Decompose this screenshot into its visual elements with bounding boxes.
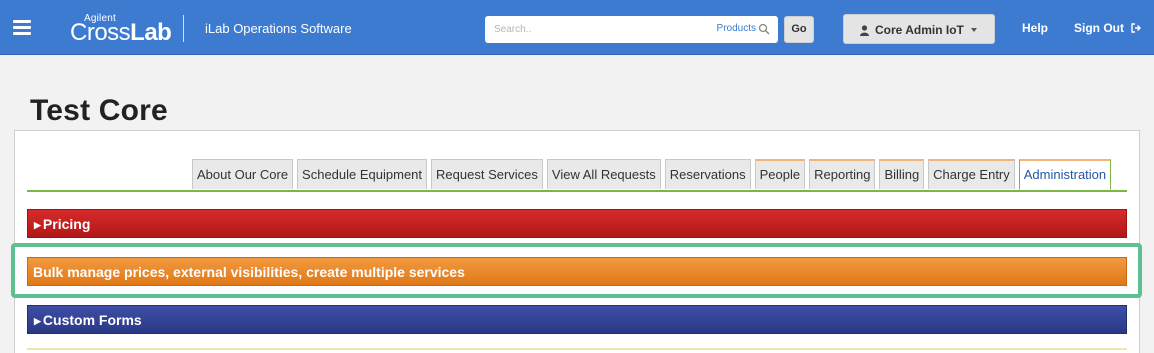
section-bulk-manage[interactable]: Bulk manage prices, external visibilitie… xyxy=(27,257,1127,286)
section-custom-forms-label: Custom Forms xyxy=(42,312,142,328)
triangle-right-icon: ▶ xyxy=(34,316,41,326)
tab-people[interactable]: People xyxy=(754,159,806,189)
user-name-label: Core Admin IoT xyxy=(875,23,964,37)
top-navbar: Agilent CrossLab iLab Operations Softwar… xyxy=(0,0,1154,55)
tab-reservations[interactable]: Reservations xyxy=(664,159,751,189)
sign-out-link[interactable]: Sign Out xyxy=(1074,21,1142,35)
tab-schedule-equipment[interactable]: Schedule Equipment xyxy=(297,159,428,189)
triangle-right-icon: ▶ xyxy=(34,220,41,230)
next-section-edge xyxy=(27,348,1127,353)
logo-crosslab-text: CrossLab xyxy=(70,19,172,46)
search-scope-label[interactable]: Products xyxy=(717,23,756,34)
sign-out-icon xyxy=(1131,23,1142,33)
search-input[interactable] xyxy=(485,16,705,43)
core-tabs: About Our Core Schedule Equipment Reques… xyxy=(192,159,1112,191)
tab-administration[interactable]: Administration xyxy=(1018,159,1112,190)
caret-down-icon xyxy=(971,28,977,32)
section-bulk-manage-label: Bulk manage prices, external visibilitie… xyxy=(33,264,465,280)
help-link[interactable]: Help xyxy=(1022,21,1048,35)
tab-charge-entry[interactable]: Charge Entry xyxy=(928,159,1015,189)
user-menu-button[interactable]: Core Admin IoT xyxy=(843,14,995,44)
tab-billing[interactable]: Billing xyxy=(879,159,925,189)
logo-divider xyxy=(183,15,184,42)
app-name: iLab Operations Software xyxy=(205,21,352,36)
page-title: Test Core xyxy=(30,94,168,127)
section-pricing-label: Pricing xyxy=(42,216,91,232)
tabs-underline xyxy=(27,190,1127,192)
tab-reporting[interactable]: Reporting xyxy=(809,159,876,189)
tab-view-all-requests[interactable]: View All Requests xyxy=(546,159,661,189)
search-box: Products xyxy=(485,16,778,43)
hamburger-menu-icon[interactable] xyxy=(13,20,31,35)
user-icon xyxy=(860,25,869,36)
tab-request-services[interactable]: Request Services xyxy=(431,159,543,189)
section-pricing[interactable]: ▶ Pricing xyxy=(27,209,1127,238)
search-icon[interactable] xyxy=(758,23,770,35)
search-go-button[interactable]: Go xyxy=(784,16,814,43)
tab-about-our-core[interactable]: About Our Core xyxy=(192,159,294,189)
section-custom-forms[interactable]: ▶ Custom Forms xyxy=(27,305,1127,334)
sign-out-label: Sign Out xyxy=(1074,21,1124,35)
